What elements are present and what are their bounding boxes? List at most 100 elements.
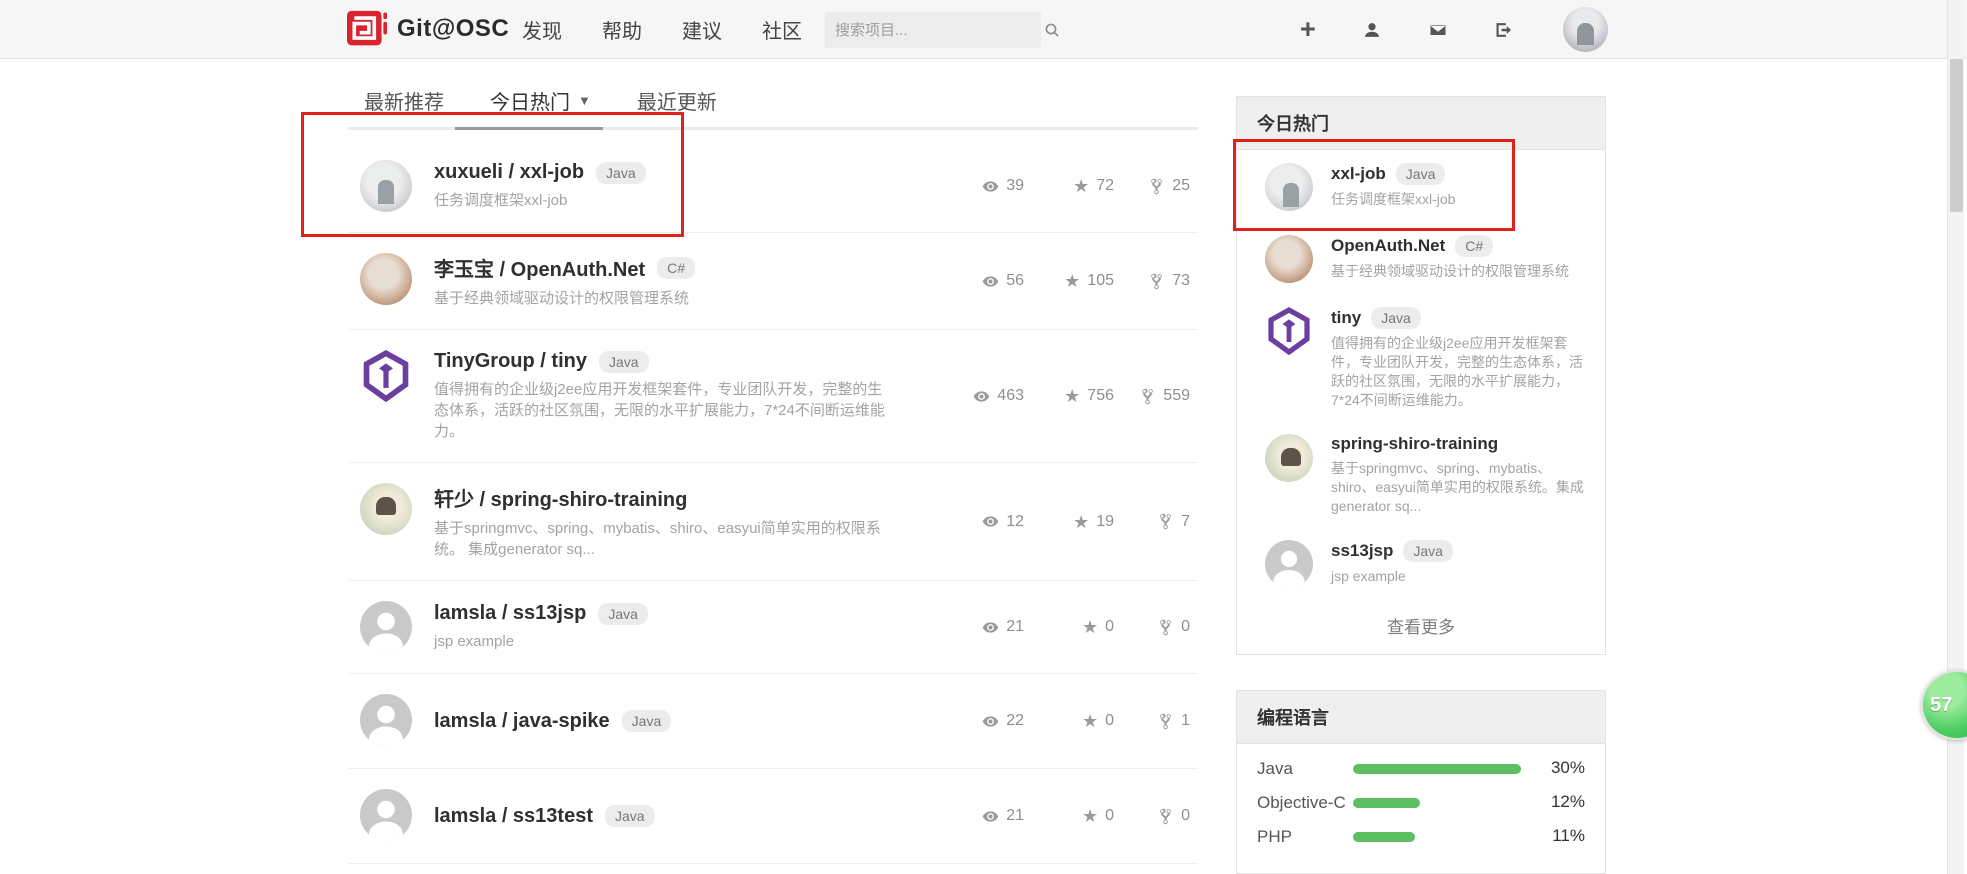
nav-item-discover[interactable]: 发现 (522, 15, 562, 44)
project-avatar[interactable] (360, 350, 412, 402)
hot-item-title-link[interactable]: OpenAuth.Net (1331, 236, 1445, 256)
star-count[interactable]: ★ 756 (1038, 387, 1114, 405)
project-title-link[interactable]: xuxueli / xxl-job (434, 161, 584, 184)
search-input[interactable] (825, 22, 1044, 39)
hot-item-avatar[interactable] (1265, 163, 1313, 211)
project-row[interactable]: 李玉宝 / OpenAuth.Net C# 基于经典领域驱动设计的权限管理系统 … (348, 232, 1198, 329)
star-count[interactable]: ★ 72 (1038, 177, 1114, 195)
new-project-icon[interactable]: + (1300, 16, 1316, 43)
hot-item[interactable]: tiny Java 值得拥有的企业级j2ee应用开发框架套件，专业团队开发，完整… (1237, 294, 1605, 421)
header-actions: + (1300, 0, 1514, 59)
see-more-link[interactable]: 查看更多 (1237, 599, 1605, 654)
watch-count[interactable]: 22 (946, 712, 1024, 730)
star-count[interactable]: ★ 0 (1038, 807, 1114, 825)
hot-item-title-link[interactable]: tiny (1331, 308, 1361, 328)
fork-count[interactable]: 0 (1128, 618, 1190, 636)
project-avatar[interactable] (360, 160, 412, 212)
hot-item[interactable]: ss13jsp Java jsp example (1237, 527, 1605, 599)
watch-count[interactable]: 39 (946, 177, 1024, 195)
nav-item-community[interactable]: 社区 (762, 15, 802, 44)
fork-count[interactable]: 0 (1128, 807, 1190, 825)
nav-item-help[interactable]: 帮助 (602, 15, 642, 44)
project-title-link[interactable]: lamsla / ss13test (434, 805, 593, 828)
star-count[interactable]: ★ 19 (1038, 513, 1114, 531)
tab-label: 今日热门 (490, 86, 570, 115)
star-count[interactable]: ★ 105 (1038, 272, 1114, 290)
eye-icon (982, 178, 999, 195)
tab-today-hot[interactable]: 今日热门 ▼ (490, 86, 591, 115)
scrollbar-thumb[interactable] (1950, 59, 1963, 212)
project-title-link[interactable]: lamsla / ss13jsp (434, 602, 586, 625)
eye-icon (982, 619, 999, 636)
fork-count[interactable]: 7 (1128, 513, 1190, 531)
eye-icon (982, 713, 999, 730)
languages-panel: 编程语言 Java 30% Objective-C 12% PHP 11% (1236, 690, 1606, 874)
language-badge: Java (622, 710, 672, 732)
project-title-link[interactable]: 李玉宝 / OpenAuth.Net (434, 253, 645, 282)
project-title-link[interactable]: lamsla / java-spike (434, 710, 610, 733)
today-hot-title: 今日热门 (1237, 97, 1605, 150)
hot-item-description: 基于springmvc、spring、mybatis、shiro、easyui简… (1331, 459, 1589, 516)
tab-label: 最近更新 (637, 86, 717, 115)
language-badge: Java (1403, 540, 1453, 562)
hot-item-title-link[interactable]: xxl-job (1331, 164, 1386, 184)
language-name: Objective-C (1257, 792, 1353, 813)
fork-count[interactable]: 25 (1128, 177, 1190, 195)
search-icon[interactable] (1044, 12, 1060, 48)
user-avatar[interactable] (1563, 7, 1608, 52)
project-title-link[interactable]: 轩少 / spring-shiro-training (434, 483, 687, 512)
star-count[interactable]: ★ 0 (1038, 618, 1114, 636)
project-row[interactable]: lamsla / ss13jsp Java jsp example 21 ★ 0… (348, 580, 1198, 673)
tab-latest-recommend[interactable]: 最新推荐 (364, 86, 444, 115)
watch-count[interactable]: 21 (946, 618, 1024, 636)
eye-icon (982, 513, 999, 530)
project-row[interactable]: TinyGroup / tiny Java 值得拥有的企业级j2ee应用开发框架… (348, 329, 1198, 462)
language-name: Java (1257, 758, 1353, 779)
messages-icon[interactable] (1428, 20, 1448, 40)
fork-count[interactable]: 1 (1128, 712, 1190, 730)
project-row[interactable]: 轩少 / spring-shiro-training 基于springmvc、s… (348, 462, 1198, 580)
fork-count[interactable]: 73 (1128, 272, 1190, 290)
nav-item-suggest[interactable]: 建议 (682, 15, 722, 44)
project-list: xuxueli / xxl-job Java 任务调度框架xxl-job 39 … (348, 128, 1198, 874)
project-avatar[interactable] (360, 694, 412, 746)
project-title-link[interactable]: TinyGroup / tiny (434, 350, 587, 373)
project-row[interactable]: lamsla / java-spike Java 22 ★ 0 1 (348, 673, 1198, 768)
person-silhouette-icon (360, 601, 412, 653)
user-icon[interactable] (1362, 20, 1382, 40)
fork-count[interactable]: 559 (1128, 387, 1190, 405)
project-avatar[interactable] (360, 789, 412, 841)
project-row[interactable]: lamsla / ss13jll ★ (348, 863, 1198, 874)
hot-item[interactable]: xxl-job Java 任务调度框架xxl-job (1237, 150, 1605, 222)
fork-icon (1148, 273, 1165, 290)
chevron-down-icon[interactable]: ▼ (578, 93, 591, 108)
hot-item-avatar[interactable] (1265, 307, 1313, 355)
project-row[interactable]: lamsla / ss13test Java 21 ★ 0 0 (348, 768, 1198, 863)
watch-count[interactable]: 21 (946, 807, 1024, 825)
language-bar (1353, 832, 1415, 842)
watch-count[interactable]: 463 (946, 387, 1024, 405)
project-description: 基于springmvc、spring、mybatis、shiro、easyui简… (434, 518, 889, 560)
hot-item-avatar[interactable] (1265, 434, 1313, 482)
project-avatar[interactable] (360, 483, 412, 535)
watch-count[interactable]: 12 (946, 513, 1024, 531)
watch-count[interactable]: 56 (946, 272, 1024, 290)
logout-icon[interactable] (1494, 20, 1514, 40)
tab-recent-update[interactable]: 最近更新 (637, 86, 717, 115)
project-avatar[interactable] (360, 601, 412, 653)
vertical-scrollbar[interactable] (1947, 0, 1964, 874)
hot-item-avatar[interactable] (1265, 540, 1313, 588)
hot-item-title-link[interactable]: spring-shiro-training (1331, 434, 1498, 454)
project-row[interactable]: xuxueli / xxl-job Java 任务调度框架xxl-job 39 … (348, 140, 1198, 232)
floating-green-badge[interactable]: 57 (1921, 670, 1967, 740)
project-avatar[interactable] (360, 253, 412, 305)
star-icon: ★ (1082, 712, 1098, 730)
hot-item[interactable]: OpenAuth.Net C# 基于经典领域驱动设计的权限管理系统 (1237, 222, 1605, 294)
hot-item-avatar[interactable] (1265, 235, 1313, 283)
today-hot-panel: 今日热门 xxl-job Java 任务调度框架xxl-job OpenAuth… (1236, 96, 1606, 655)
star-count[interactable]: ★ 0 (1038, 712, 1114, 730)
language-bar (1353, 764, 1521, 774)
brand-logo-link[interactable]: Git@OSC (347, 9, 509, 49)
hot-item[interactable]: spring-shiro-training 基于springmvc、spring… (1237, 421, 1605, 527)
hot-item-title-link[interactable]: ss13jsp (1331, 541, 1393, 561)
